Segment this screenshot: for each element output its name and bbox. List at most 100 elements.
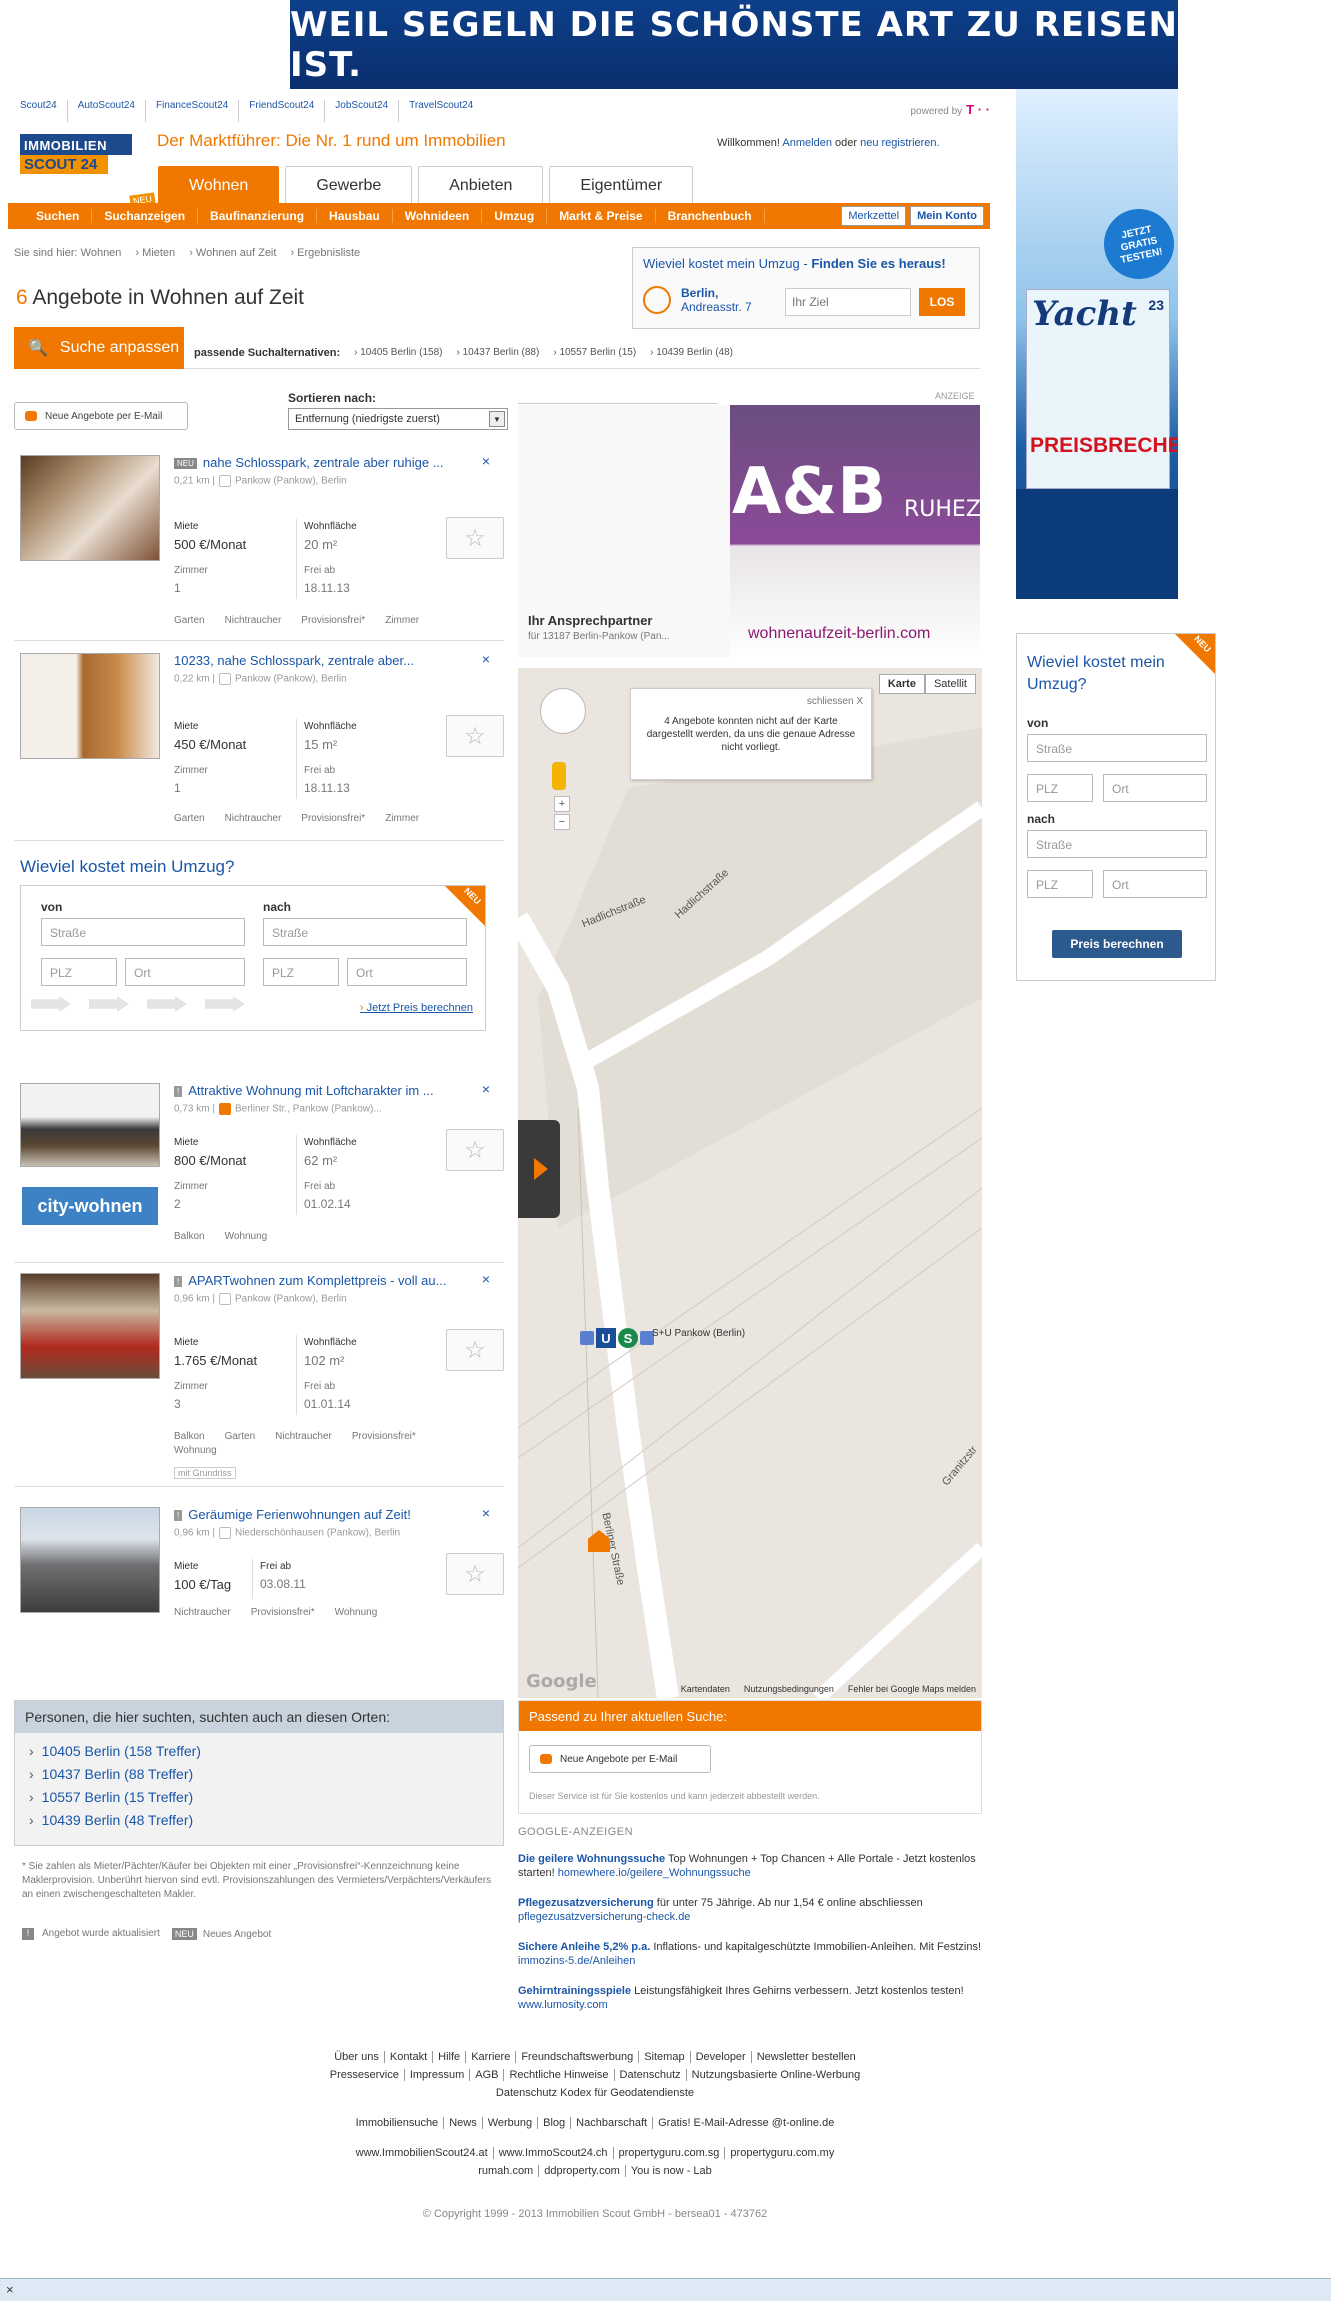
calculate-price-link[interactable]: › Jetzt Preis berechnen [360,1002,473,1014]
close-icon[interactable]: × [482,1081,490,1097]
tab-anbieten[interactable]: Anbieten [418,166,544,204]
breadcrumb-item[interactable]: Sie sind hier: Wohnen [14,247,121,259]
footer-link[interactable]: Immobiliensuche [351,2117,444,2129]
footer-link[interactable]: Nachbarschaft [570,2117,653,2129]
footer-link[interactable]: Gratis! E-Mail-Adresse @t-online.de [652,2117,840,2129]
list-item[interactable]: city-wohnen ! Attraktive Wohnung mit Loft… [14,1075,504,1263]
street-view-icon[interactable] [552,762,566,790]
brand-logo[interactable]: city-wohnen [22,1187,158,1225]
footer-link[interactable]: Datenschutz Kodex für Geodatendienste [491,2087,699,2099]
portal-link[interactable]: AutoScout24 [66,100,145,122]
list-item[interactable]: 10233, nahe Schlosspark, zentrale aber..… [14,645,504,841]
zoom-out-button[interactable]: − [554,814,570,830]
listing-photo[interactable] [20,1507,160,1613]
from-plz-input[interactable]: PLZ [1027,774,1093,802]
text-ad[interactable]: Pflegezusatzversicherung für unter 75 Jä… [518,1896,982,1924]
portal-link[interactable]: JobScout24 [324,100,398,122]
footer-link[interactable]: propertyguru.com.sg [612,2147,725,2159]
to-plz-input[interactable]: PLZ [1027,870,1093,898]
portal-link[interactable]: FinanceScout24 [144,100,238,122]
star-icon[interactable]: ☆ [446,1129,504,1171]
to-ort-input[interactable]: Ort [347,958,467,986]
station-marker[interactable]: US [580,1328,654,1348]
from-street-input[interactable]: Straße [1027,734,1207,762]
close-icon[interactable]: × [6,2282,14,2297]
footer-link[interactable]: You is now - Lab [624,2165,717,2177]
close-icon[interactable]: × [482,453,490,469]
related-search-link[interactable]: › 10439 Berlin (48 Treffer) [29,1812,193,1828]
footer-link[interactable]: Über uns [329,2051,384,2063]
footer-link[interactable]: rumah.com [473,2165,538,2177]
footer-link[interactable]: Freundschaftswerbung [515,2051,639,2063]
footer-link[interactable]: www.ImmoScout24.ch [492,2147,613,2159]
footer-link[interactable]: Kontakt [383,2051,433,2063]
map-data-link[interactable]: Kartendaten [681,1684,730,1694]
footer-link[interactable]: Datenschutz [613,2069,686,2081]
adjust-search-button[interactable]: 🔍 Suche anpassen [14,327,184,369]
site-logo[interactable]: IMMOBILIEN SCOUT 24 [20,134,132,186]
subnav-umzug[interactable]: Umzug [482,209,548,223]
terms-link[interactable]: Nutzungsbedingungen [744,1684,834,1694]
to-street-input[interactable]: Straße [263,918,467,946]
footer-link[interactable]: Developer [689,2051,751,2063]
portal-link[interactable]: TravelScout24 [398,100,483,122]
subnav-hausbau[interactable]: Hausbau [317,209,393,223]
map-type-karte[interactable]: Karte [878,674,925,694]
list-item[interactable]: ! Geräumige Ferienwohnungen auf Zeit! × 0… [14,1499,504,1645]
star-icon[interactable]: ☆ [446,517,504,559]
portal-link[interactable]: Scout24 [14,100,67,122]
listing-photo[interactable] [20,455,160,561]
display-ad[interactable]: A&B RUHEZON wohnenaufzeit-berlin.com Ihr… [518,405,1015,657]
portal-link[interactable]: FriendScout24 [238,100,324,122]
alternative-link[interactable]: › 10405 Berlin (158) [354,347,442,358]
register-link[interactable]: neu registrieren. [860,137,940,149]
to-ort-input[interactable]: Ort [1103,870,1207,898]
footer-link[interactable]: www.ImmobilienScout24.at [351,2147,493,2159]
list-item[interactable]: ! APARTwohnen zum Komplettpreis - voll au… [14,1265,504,1487]
tab-gewerbe[interactable]: Gewerbe [285,166,413,204]
login-link[interactable]: Anmelden [782,137,832,149]
footer-link[interactable]: Hilfe [432,2051,466,2063]
expand-map-button[interactable] [518,1120,560,1218]
close-icon[interactable]: × [482,651,490,667]
related-search-link[interactable]: › 10557 Berlin (15 Treffer) [29,1789,193,1805]
footer-link[interactable]: ddproperty.com [538,2165,625,2177]
map-type-satellit[interactable]: Satellit [924,674,976,694]
subnav-suchen[interactable]: Suchen [18,209,93,223]
subnav-branchenbuch[interactable]: Branchenbuch [656,209,765,223]
listing-title[interactable]: APARTwohnen zum Komplettpreis - voll au.… [188,1273,446,1288]
close-popup-button[interactable]: schliessen X [807,695,863,708]
to-street-input[interactable]: Straße [1027,830,1207,858]
close-icon[interactable]: × [482,1505,490,1521]
skyscraper-ad[interactable]: JETZT GRATIS TESTEN! Yacht 23 PREISBRECH… [1016,89,1178,599]
top-banner-ad[interactable]: WEIL SEGELN DIE SCHÖNSTE ART ZU REISEN I… [290,0,1178,89]
subnav-wohnideen[interactable]: Wohnideen [393,209,483,223]
alternative-link[interactable]: › 10557 Berlin (15) [553,347,636,358]
listing-title[interactable]: Attraktive Wohnung mit Loftcharakter im … [188,1083,433,1098]
related-search-link[interactable]: › 10405 Berlin (158 Treffer) [29,1743,201,1759]
subnav-markt-preise[interactable]: Markt & Preise [547,209,656,223]
from-plz-input[interactable]: PLZ [41,958,117,986]
floorplan-badge[interactable]: mit Grundriss [174,1467,236,1479]
to-plz-input[interactable]: PLZ [263,958,339,986]
list-item[interactable]: NEU nahe Schlosspark, zentrale aber ruhig… [14,447,504,641]
mein-konto-button[interactable]: Mein Konto [910,206,984,226]
footer-link[interactable]: News [443,2117,482,2129]
footer-link[interactable]: Blog [537,2117,571,2129]
star-icon[interactable]: ☆ [446,1329,504,1371]
listing-photo[interactable] [20,1083,160,1167]
listing-title[interactable]: 10233, nahe Schlosspark, zentrale aber..… [174,653,414,668]
newsletter-button[interactable]: Neue Angebote per E-Mail [14,402,188,430]
alternative-link[interactable]: › 10437 Berlin (88) [457,347,540,358]
text-ad[interactable]: Gehirntrainingsspiele Leistungsfähigkeit… [518,1984,982,2012]
destination-input[interactable] [785,288,911,316]
footer-link[interactable]: Impressum [403,2069,470,2081]
newsletter-button[interactable]: Neue Angebote per E-Mail [529,1745,711,1773]
listing-photo[interactable] [20,653,160,759]
listing-title[interactable]: Geräumige Ferienwohnungen auf Zeit! [188,1507,411,1522]
listing-photo[interactable] [20,1273,160,1379]
merkzettel-button[interactable]: Merkzettel [841,206,907,226]
tab-eigentuemer[interactable]: Eigentümer [549,166,694,204]
text-ad[interactable]: Sichere Anleihe 5,2% p.a. Inflations- un… [518,1940,982,1968]
from-ort-input[interactable]: Ort [125,958,245,986]
